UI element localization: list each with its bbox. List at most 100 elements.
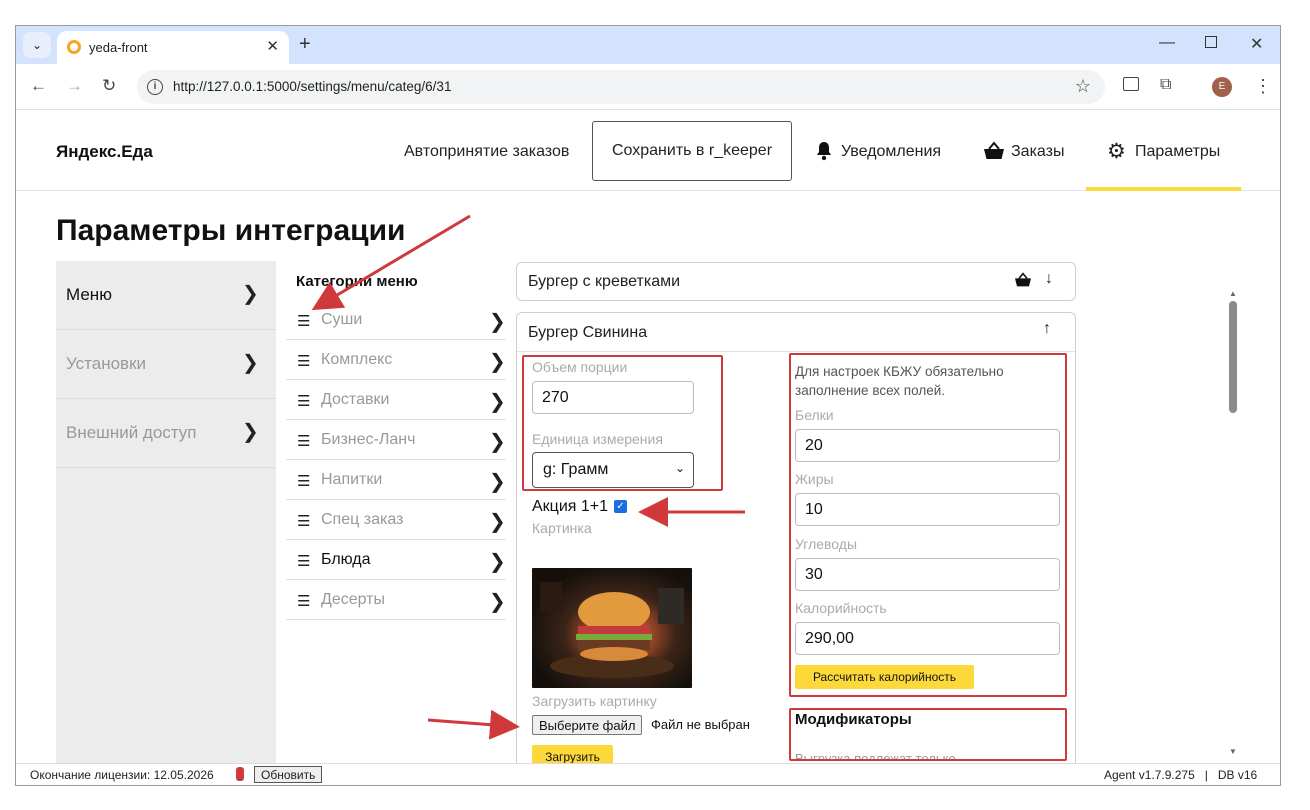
nav-orders[interactable]: Заказы <box>1011 143 1064 161</box>
category-label: Напитки <box>321 471 383 488</box>
close-tab-icon[interactable]: ✕ <box>266 37 279 55</box>
annotation-box <box>522 355 723 491</box>
promo-label: Акция 1+1 <box>532 498 609 515</box>
scroll-up-icon[interactable]: ▲ <box>1229 289 1237 298</box>
forward-icon[interactable]: → <box>66 76 83 96</box>
chevron-right-icon: ❯ <box>489 349 506 373</box>
close-window-icon[interactable]: ✕ <box>1250 34 1263 54</box>
drag-handle-icon[interactable]: ☰ <box>297 432 310 450</box>
annotation-box <box>789 353 1067 697</box>
dish-name: Бургер Свинина <box>528 324 648 341</box>
dish-card-collapsed[interactable]: Бургер с креветками ↓ <box>516 262 1076 301</box>
drag-handle-icon[interactable]: ☰ <box>297 592 310 610</box>
browser-window: ⌄ yeda-front ✕ + — ✕ ← → ↻ i http://127.… <box>15 25 1281 786</box>
category-item-delivery[interactable]: ☰ Доставки ❯ <box>286 380 506 420</box>
category-item-desserts[interactable]: ☰ Десерты ❯ <box>286 580 506 620</box>
no-file-text: Файл не выбран <box>651 717 750 732</box>
reload-icon[interactable]: ↻ <box>102 76 116 96</box>
chevron-right-icon: ❯ <box>489 469 506 493</box>
app-header: Яндекс.Еда Автопринятие заказов Сохранит… <box>16 111 1280 191</box>
category-label: Доставки <box>321 391 390 408</box>
chevron-right-icon: ❯ <box>242 281 259 305</box>
category-item-complex[interactable]: ☰ Комплекс ❯ <box>286 340 506 380</box>
drag-handle-icon[interactable]: ☰ <box>297 472 310 490</box>
profile-avatar[interactable]: E <box>1212 77 1232 97</box>
dish-image <box>532 568 692 688</box>
scrollbar-thumb[interactable] <box>1229 301 1237 413</box>
chevron-right-icon: ❯ <box>489 389 506 413</box>
arrow-down-icon[interactable]: ↓ <box>1045 270 1053 288</box>
browser-tab[interactable]: yeda-front ✕ <box>57 31 289 64</box>
favicon-icon <box>67 40 81 54</box>
arrow-up-icon[interactable]: ↑ <box>1043 320 1051 338</box>
sidebar-item-label: Установки <box>66 354 147 373</box>
sidebar-item-settings[interactable]: Установки ❯ <box>56 330 276 399</box>
promo-checkbox[interactable]: ✓ <box>614 500 627 513</box>
divider <box>517 351 1075 352</box>
category-label: Комплекс <box>321 351 393 368</box>
new-tab-icon[interactable]: + <box>299 33 311 56</box>
tab-bar: ⌄ yeda-front ✕ + — ✕ <box>16 26 1280 64</box>
browser-menu-icon[interactable]: ⋮ <box>1254 76 1272 97</box>
page-scrollbar[interactable]: ▲ ▼ <box>1226 289 1240 759</box>
address-bar[interactable]: i http://127.0.0.1:5000/settings/menu/ca… <box>137 70 1105 104</box>
upload-picture-label: Загрузить картинку <box>532 693 657 709</box>
minimize-icon[interactable]: — <box>1159 34 1175 52</box>
chevron-right-icon: ❯ <box>489 549 506 573</box>
categories-title: Категории меню <box>296 273 418 290</box>
tab-search-button[interactable]: ⌄ <box>23 32 51 58</box>
site-info-icon[interactable]: i <box>147 79 163 95</box>
address-bar-row: ← → ↻ i http://127.0.0.1:5000/settings/m… <box>16 64 1280 110</box>
nav-auto-accept[interactable]: Автопринятие заказов <box>404 143 569 161</box>
nav-parameters[interactable]: Параметры <box>1135 143 1220 161</box>
license-status-indicator <box>236 767 244 781</box>
bookmark-star-icon[interactable]: ☆ <box>1075 76 1091 97</box>
category-item-business-lunch[interactable]: ☰ Бизнес-Ланч ❯ <box>286 420 506 460</box>
active-nav-indicator <box>1086 187 1241 191</box>
page-title: Параметры интеграции <box>56 214 406 247</box>
chevron-right-icon: ❯ <box>242 419 259 443</box>
category-item-sushi[interactable]: ☰ Суши ❯ <box>286 300 506 340</box>
sidebar-item-external-access[interactable]: Внешний доступ ❯ <box>56 399 276 468</box>
nav-notifications[interactable]: Уведомления <box>841 143 941 161</box>
app: Яндекс.Еда Автопринятие заказов Сохранит… <box>16 111 1280 772</box>
sidebar-item-label: Внешний доступ <box>66 423 197 442</box>
sidebar-background <box>56 468 276 763</box>
chevron-right-icon: ❯ <box>489 429 506 453</box>
tab-title: yeda-front <box>89 40 148 55</box>
drag-handle-icon[interactable]: ☰ <box>297 392 310 410</box>
category-label: Блюда <box>321 551 371 568</box>
picture-label: Картинка <box>532 520 592 536</box>
bell-icon <box>815 141 833 166</box>
status-bar: Окончание лицензии: 12.05.2026 Обновить … <box>16 763 1280 785</box>
extensions-icon[interactable]: ⧉ <box>1160 76 1171 94</box>
drag-handle-icon[interactable]: ☰ <box>297 352 310 370</box>
url-text: http://127.0.0.1:5000/settings/menu/cate… <box>173 79 452 94</box>
gear-icon: ⚙ <box>1107 139 1126 163</box>
chevron-right-icon: ❯ <box>489 589 506 613</box>
drag-handle-icon[interactable]: ☰ <box>297 312 310 330</box>
chevron-right-icon: ❯ <box>489 509 506 533</box>
scroll-down-icon[interactable]: ▼ <box>1229 747 1237 756</box>
screenshot-icon[interactable] <box>1123 77 1139 91</box>
category-item-special-order[interactable]: ☰ Спец заказ ❯ <box>286 500 506 540</box>
maximize-icon[interactable] <box>1205 36 1217 48</box>
brand-logo[interactable]: Яндекс.Еда <box>56 142 153 162</box>
category-item-dishes[interactable]: ☰ Блюда ❯ <box>286 540 506 580</box>
basket-icon[interactable] <box>1014 272 1032 293</box>
category-label: Спец заказ <box>321 511 404 528</box>
drag-handle-icon[interactable]: ☰ <box>297 552 310 570</box>
refresh-button[interactable]: Обновить <box>254 766 323 783</box>
choose-file-button[interactable]: Выберите файл <box>532 715 643 735</box>
license-text: Окончание лицензии: 12.05.2026 <box>30 768 214 782</box>
category-label: Бизнес-Ланч <box>321 431 416 448</box>
dish-name: Бургер с креветками <box>528 273 681 290</box>
category-label: Десерты <box>321 591 386 608</box>
back-icon[interactable]: ← <box>30 76 47 96</box>
category-item-drinks[interactable]: ☰ Напитки ❯ <box>286 460 506 500</box>
save-to-rkeeper-button[interactable]: Сохранить в r_keeper <box>592 121 792 181</box>
sidebar-item-label: Меню <box>66 285 112 304</box>
chevron-right-icon: ❯ <box>242 350 259 374</box>
sidebar-item-menu[interactable]: Меню ❯ <box>56 261 276 330</box>
drag-handle-icon[interactable]: ☰ <box>297 512 310 530</box>
